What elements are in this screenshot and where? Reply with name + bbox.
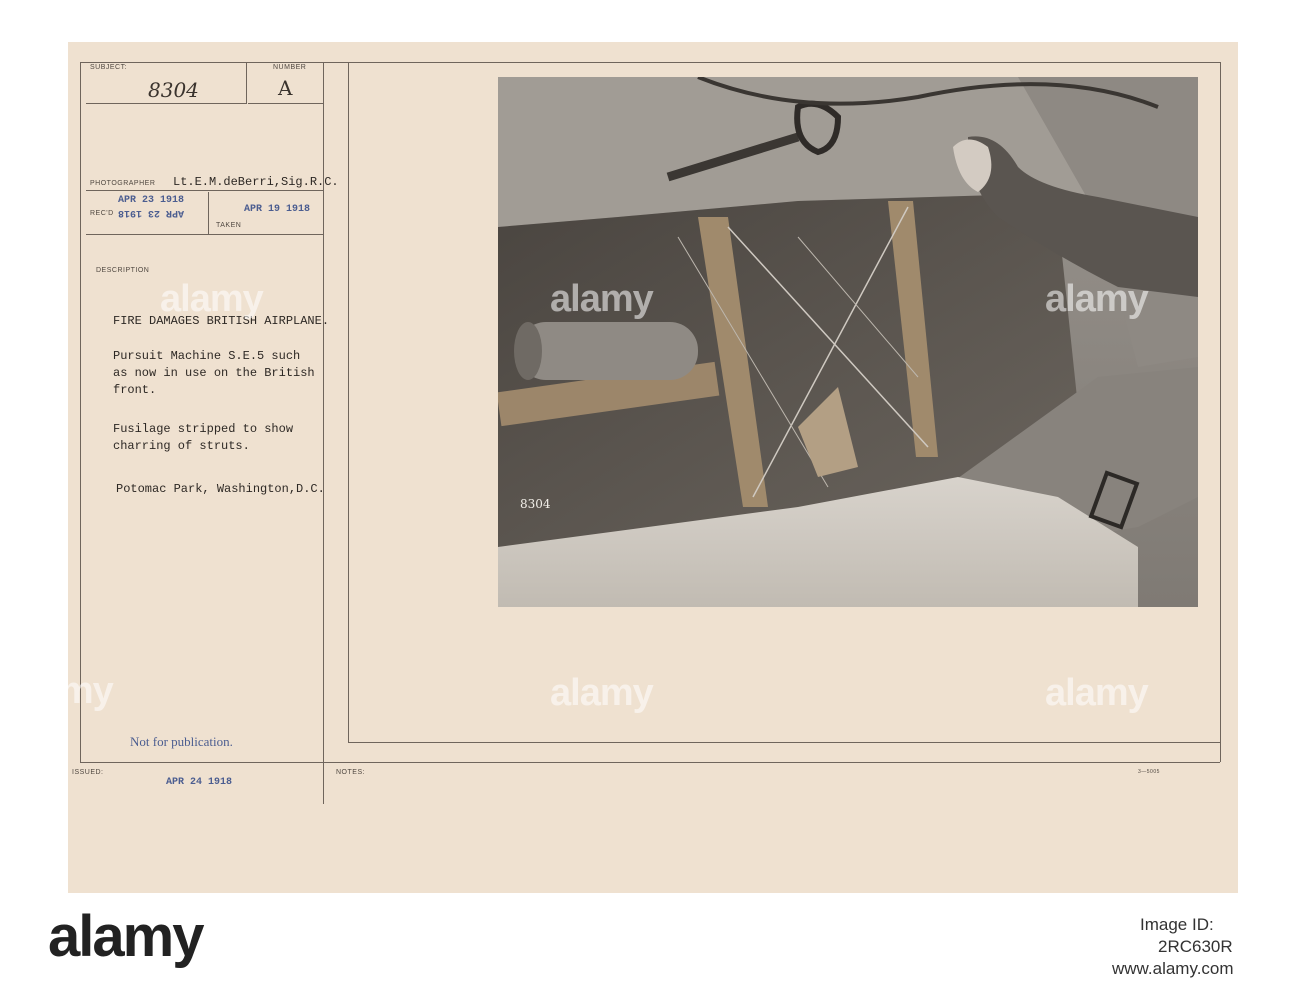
photo-panel-bottom: [348, 742, 1220, 743]
watermark: alamy: [550, 278, 654, 320]
received-taken-divider: [208, 192, 209, 234]
subject-number-divider: [246, 62, 247, 104]
image-id-value: 2RC630R: [1158, 937, 1233, 956]
photographer-value: Lt.E.M.deBerri,Sig.R.C.: [173, 175, 339, 189]
taken-stamp: APR 19 1918: [244, 204, 311, 215]
issued-stamp: APR 24 1918: [166, 777, 233, 788]
location-text: Potomac Park, Washington,D.C.: [116, 482, 325, 496]
number-label: NUMBER: [273, 64, 307, 71]
not-for-publication-stamp: Not for publication.: [130, 734, 233, 749]
watermark: alamy: [1045, 278, 1149, 320]
watermark: alamy: [10, 670, 114, 712]
watermark: alamy: [160, 278, 264, 320]
received-stamp-mirrored: APR 23 1918: [118, 207, 185, 218]
description-label: DESCRIPTION: [96, 267, 150, 274]
image-id-label: Image ID:: [1140, 915, 1214, 934]
watermark: alamy: [550, 672, 654, 714]
photographer-label: PHOTOGRAPHER: [90, 180, 156, 187]
archive-card: SUBJECT: 8304 NUMBER A PHOTOGRAPHER Lt.E…: [68, 42, 1238, 893]
form-bottom-border: [80, 762, 1220, 763]
received-label: REC'D: [90, 210, 114, 217]
subject-underline: [86, 103, 246, 104]
description-line: Fusilage stripped to show: [113, 422, 294, 436]
photographer-underline: [86, 190, 323, 191]
number-value: A: [278, 76, 293, 100]
alamy-logo: alamy: [48, 904, 204, 969]
description-line: as now in use on the British: [113, 366, 315, 380]
taken-label: TAKEN: [216, 222, 242, 229]
site-url: www.alamy.com: [1112, 959, 1234, 978]
negative-number: 8304: [520, 497, 551, 511]
footer-strip: alamy Image ID: 2RC630R www.alamy.com: [0, 893, 1300, 982]
form-top-border: [80, 62, 1220, 63]
received-stamp: APR 23 1918: [118, 195, 185, 206]
aircraft-photograph: 8304: [498, 77, 1198, 607]
form-right-border: [1220, 62, 1221, 762]
subject-number: 8304: [148, 78, 199, 102]
notes-label: NOTES:: [336, 769, 366, 776]
description-line: charring of struts.: [113, 439, 250, 453]
description-line: front.: [113, 383, 157, 397]
issued-label: ISSUED:: [72, 769, 104, 776]
photo-mount: 8304: [498, 77, 1198, 607]
form-number: 3—5005: [1138, 769, 1160, 775]
column-divider: [323, 62, 324, 804]
photo-panel-left: [348, 62, 349, 742]
aircraft-fuselage-image: [498, 77, 1198, 607]
watermark: alamy: [1045, 672, 1149, 714]
negative-number-text: 8304: [520, 497, 551, 511]
description-line: Pursuit Machine S.E.5 such: [113, 349, 301, 363]
subject-label: SUBJECT:: [90, 64, 128, 71]
form-left-border: [80, 62, 81, 762]
received-underline: [86, 234, 323, 235]
number-underline: [248, 103, 323, 104]
